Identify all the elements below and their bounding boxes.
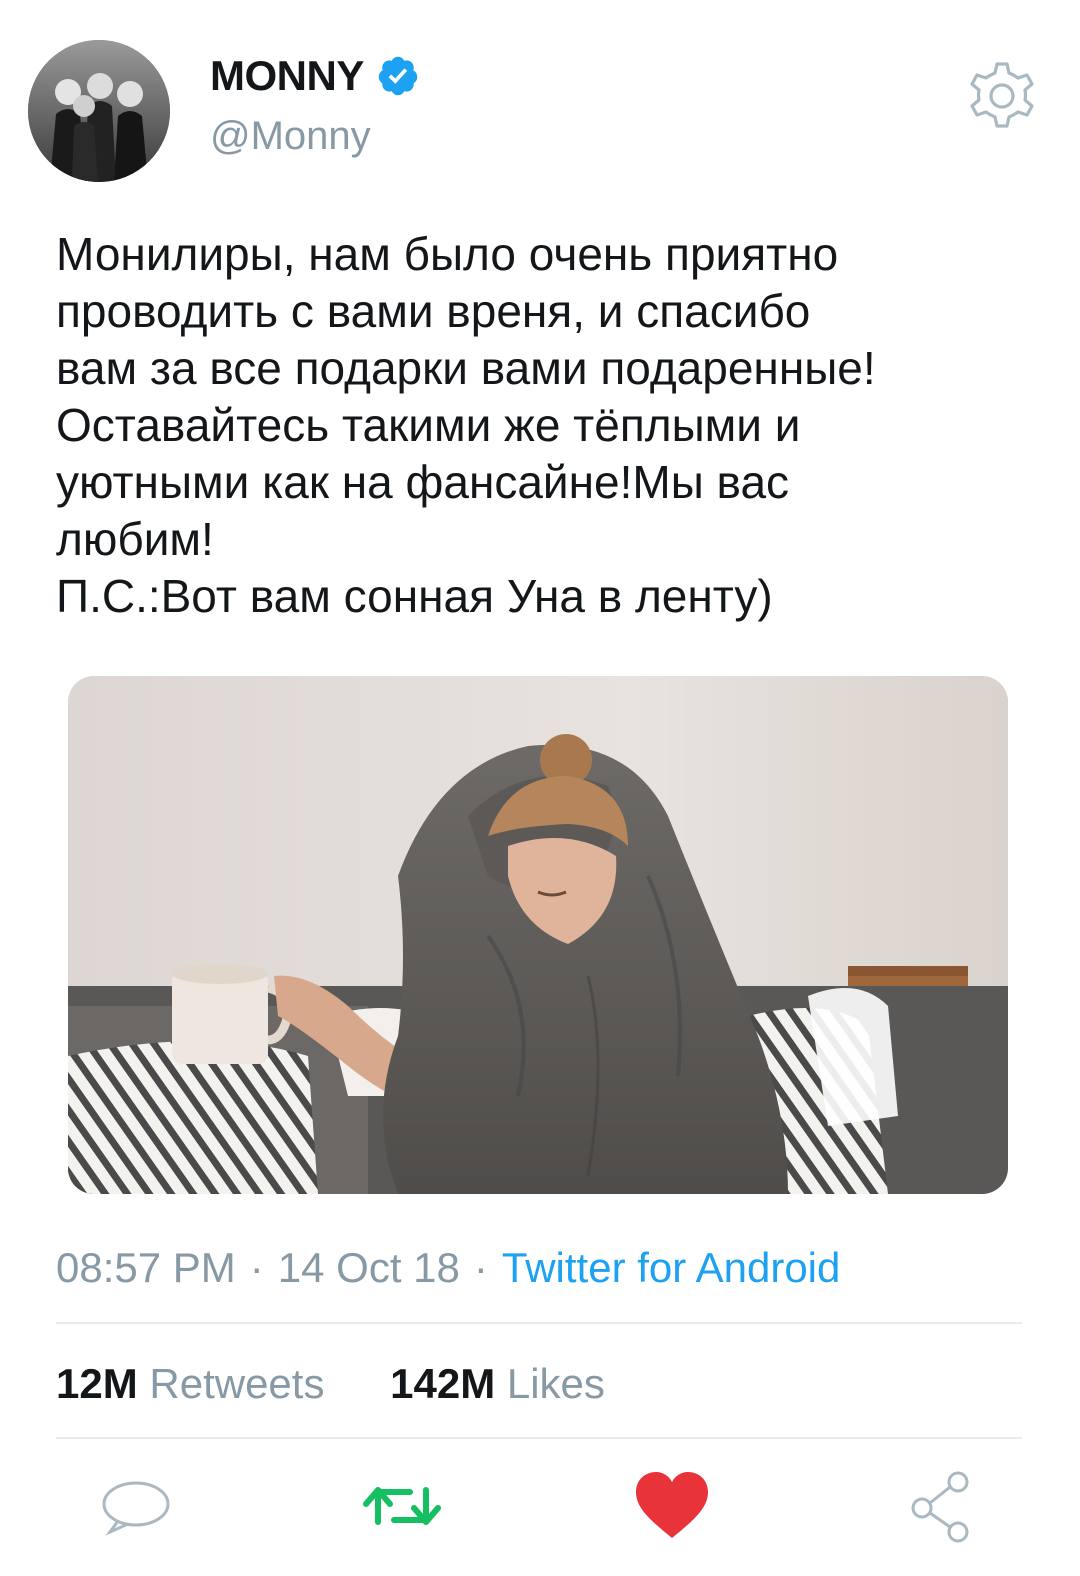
- share-icon[interactable]: [904, 1466, 984, 1546]
- tweet-stats: 12M Retweets 142M Likes: [56, 1360, 659, 1408]
- meta-separator: ·: [249, 1244, 264, 1291]
- display-name: MONNY: [210, 52, 364, 99]
- meta-separator: ·: [473, 1244, 488, 1291]
- tweet-media-photo[interactable]: [68, 676, 1008, 1194]
- tweet-time: 08:57 PM: [56, 1244, 236, 1291]
- divider: [56, 1322, 1022, 1324]
- display-name-row[interactable]: MONNY: [210, 52, 420, 100]
- verified-badge-icon: [376, 54, 420, 98]
- avatar-image: [28, 40, 170, 182]
- retweets-count: 12M: [56, 1360, 138, 1407]
- gear-icon[interactable]: [964, 58, 1040, 134]
- divider: [56, 1437, 1022, 1439]
- tweet-meta: 08:57 PM · 14 Oct 18 · Twitter for Android: [56, 1244, 840, 1292]
- tweet-text: Монилиры, нам было очень приятно проводи…: [56, 228, 876, 622]
- retweets-label: Retweets: [149, 1360, 325, 1407]
- retweet-icon[interactable]: [360, 1466, 441, 1546]
- likes-label: Likes: [506, 1360, 605, 1407]
- retweets-stat[interactable]: 12M Retweets: [56, 1360, 324, 1407]
- user-handle[interactable]: @Monny: [210, 114, 371, 159]
- likes-stat[interactable]: 142M Likes: [390, 1360, 605, 1407]
- reply-bubble-icon[interactable]: [96, 1466, 176, 1546]
- likes-count: 142M: [390, 1360, 496, 1407]
- heart-icon[interactable]: [632, 1466, 712, 1546]
- tweet-source-link[interactable]: Twitter for Android: [502, 1244, 840, 1291]
- tweet-actions-bar: [0, 1466, 1080, 1556]
- avatar[interactable]: [28, 40, 170, 182]
- photo-woman-wrapped-in-blanket-with-mug: [68, 676, 1008, 1194]
- tweet-date: 14 Oct 18: [277, 1244, 460, 1291]
